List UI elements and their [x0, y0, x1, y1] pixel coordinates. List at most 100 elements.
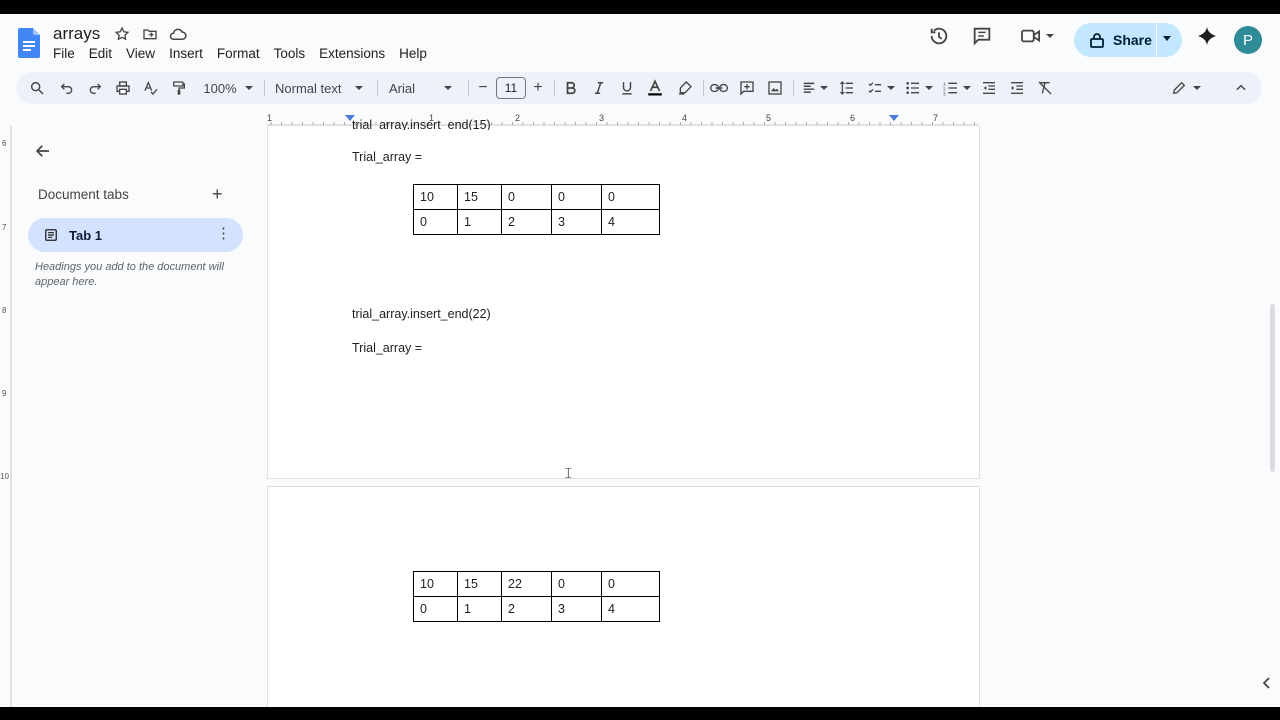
menu-view[interactable]: View [126, 46, 163, 61]
numbered-list-caret-icon [963, 86, 971, 90]
comments-icon[interactable] [968, 22, 996, 50]
table-cell[interactable]: 0 [551, 571, 602, 597]
font-size-input[interactable]: 11 [496, 77, 526, 99]
align-icon[interactable] [799, 72, 831, 104]
line-spacing-icon[interactable] [836, 72, 858, 104]
table-cell[interactable]: 4 [601, 209, 660, 235]
trial-array-label[interactable]: Trial_array = [352, 150, 422, 164]
editing-mode-icon[interactable] [1168, 72, 1204, 104]
sidebar-item-tab-1[interactable]: Tab 1 ⋮ [28, 218, 243, 252]
avatar[interactable]: P [1234, 26, 1262, 54]
meet-icon[interactable] [1017, 22, 1057, 50]
vertical-scrollbar[interactable] [1270, 304, 1275, 472]
increase-font-size-button[interactable]: + [530, 72, 546, 104]
insert-end-code-line[interactable]: trial_array.insert_end(22) [352, 307, 491, 321]
table-cell[interactable]: 1 [457, 209, 502, 235]
paint-format-icon[interactable] [166, 72, 192, 104]
share-divider [1156, 23, 1157, 57]
array-table-1[interactable]: 10 15 0 0 0 0 1 2 3 4 [413, 184, 660, 235]
ruler-label: 8 [2, 306, 7, 315]
table-cell[interactable]: 1 [457, 596, 502, 622]
underline-icon[interactable] [616, 72, 638, 104]
ruler-label: 7 [2, 223, 7, 232]
share-button[interactable]: Share [1074, 23, 1182, 57]
cloud-saved-icon[interactable] [169, 25, 187, 43]
menu-insert[interactable]: Insert [169, 46, 211, 61]
editing-mode-caret-icon [1193, 86, 1201, 90]
bulleted-list-icon[interactable] [902, 72, 936, 104]
toolbar-divider [703, 80, 704, 96]
text-color-icon[interactable] [644, 72, 666, 104]
increase-indent-icon[interactable] [1006, 72, 1028, 104]
table-cell[interactable]: 15 [457, 571, 502, 597]
font-caret-icon [444, 86, 453, 90]
code-line-partial[interactable]: trial_array.insert_end(15) [352, 118, 491, 130]
document-page-2[interactable]: 10 15 22 0 0 0 1 2 3 4 [267, 486, 980, 707]
tab-options-more-icon[interactable]: ⋮ [216, 226, 231, 241]
menu-extensions[interactable]: Extensions [319, 46, 393, 61]
vertical-ruler[interactable]: 6 7 8 9 10 [0, 126, 12, 707]
decrease-font-size-button[interactable]: − [475, 72, 491, 104]
array-table-2[interactable]: 10 15 22 0 0 0 1 2 3 4 [413, 571, 660, 622]
share-options-caret-icon[interactable] [1163, 36, 1171, 41]
trial-array-label[interactable]: Trial_array = [352, 341, 422, 355]
font-select[interactable]: Arial [389, 72, 461, 104]
document-title[interactable]: arrays [53, 24, 100, 44]
add-comment-icon[interactable] [736, 72, 758, 104]
spellcheck-icon[interactable] [138, 72, 164, 104]
italic-icon[interactable] [588, 72, 610, 104]
close-outline-arrow-icon[interactable] [34, 142, 52, 165]
table-cell[interactable]: 10 [413, 571, 458, 597]
docs-logo-icon[interactable] [18, 28, 40, 58]
hide-menus-chevron-up-icon[interactable] [1230, 72, 1252, 104]
share-label: Share [1113, 32, 1152, 48]
redo-icon[interactable] [82, 72, 108, 104]
table-cell[interactable]: 4 [601, 596, 660, 622]
toolbar-divider [468, 80, 469, 96]
version-history-icon[interactable] [925, 22, 953, 50]
move-folder-icon[interactable] [141, 25, 159, 43]
document-page-1[interactable]: trial_array.insert_end(15) Trial_array =… [267, 118, 980, 479]
menu-file[interactable]: File [53, 46, 83, 61]
table-cell[interactable]: 22 [501, 571, 552, 597]
bold-icon[interactable] [560, 72, 582, 104]
table-cell[interactable]: 3 [551, 209, 602, 235]
table-cell[interactable]: 15 [457, 184, 502, 210]
ruler-label: 6 [850, 113, 855, 123]
undo-icon[interactable] [54, 72, 80, 104]
clear-formatting-icon[interactable] [1034, 72, 1056, 104]
checklist-icon[interactable] [864, 72, 898, 104]
numbered-list-icon[interactable]: 123 [940, 72, 974, 104]
gemini-icon[interactable] [1193, 22, 1221, 50]
table-cell[interactable]: 10 [413, 184, 458, 210]
insert-image-icon[interactable] [764, 72, 786, 104]
table-cell[interactable]: 0 [601, 184, 660, 210]
table-cell[interactable]: 3 [551, 596, 602, 622]
table-cell[interactable]: 2 [501, 596, 552, 622]
print-icon[interactable] [110, 72, 136, 104]
table-cell[interactable]: 0 [413, 596, 458, 622]
table-cell[interactable]: 0 [501, 184, 552, 210]
menu-format[interactable]: Format [217, 46, 268, 61]
paragraph-style-select[interactable]: Normal text [275, 72, 367, 104]
side-panel-chevron-left-icon[interactable] [1262, 676, 1272, 692]
bulleted-list-caret-icon [925, 86, 933, 90]
menu-edit[interactable]: Edit [89, 46, 120, 61]
star-icon[interactable] [113, 25, 131, 43]
table-cell[interactable]: 0 [601, 571, 660, 597]
decrease-indent-icon[interactable] [978, 72, 1000, 104]
table-cell[interactable]: 0 [551, 184, 602, 210]
table-cell[interactable]: 0 [413, 209, 458, 235]
menu-tools[interactable]: Tools [274, 46, 314, 61]
highlight-color-icon[interactable] [674, 72, 696, 104]
google-docs-window: arrays File Edit View Insert Format Tool… [0, 14, 1280, 707]
menu-help[interactable]: Help [399, 46, 435, 61]
add-tab-button[interactable]: + [212, 185, 223, 203]
search-menus-icon[interactable] [24, 72, 50, 104]
toolbar-divider [793, 80, 794, 96]
table-row: 10 15 22 0 0 [413, 571, 660, 597]
zoom-select[interactable]: 100% [198, 72, 258, 104]
table-cell[interactable]: 2 [501, 209, 552, 235]
insert-link-icon[interactable] [708, 72, 730, 104]
table-row: 10 15 0 0 0 [413, 184, 660, 210]
